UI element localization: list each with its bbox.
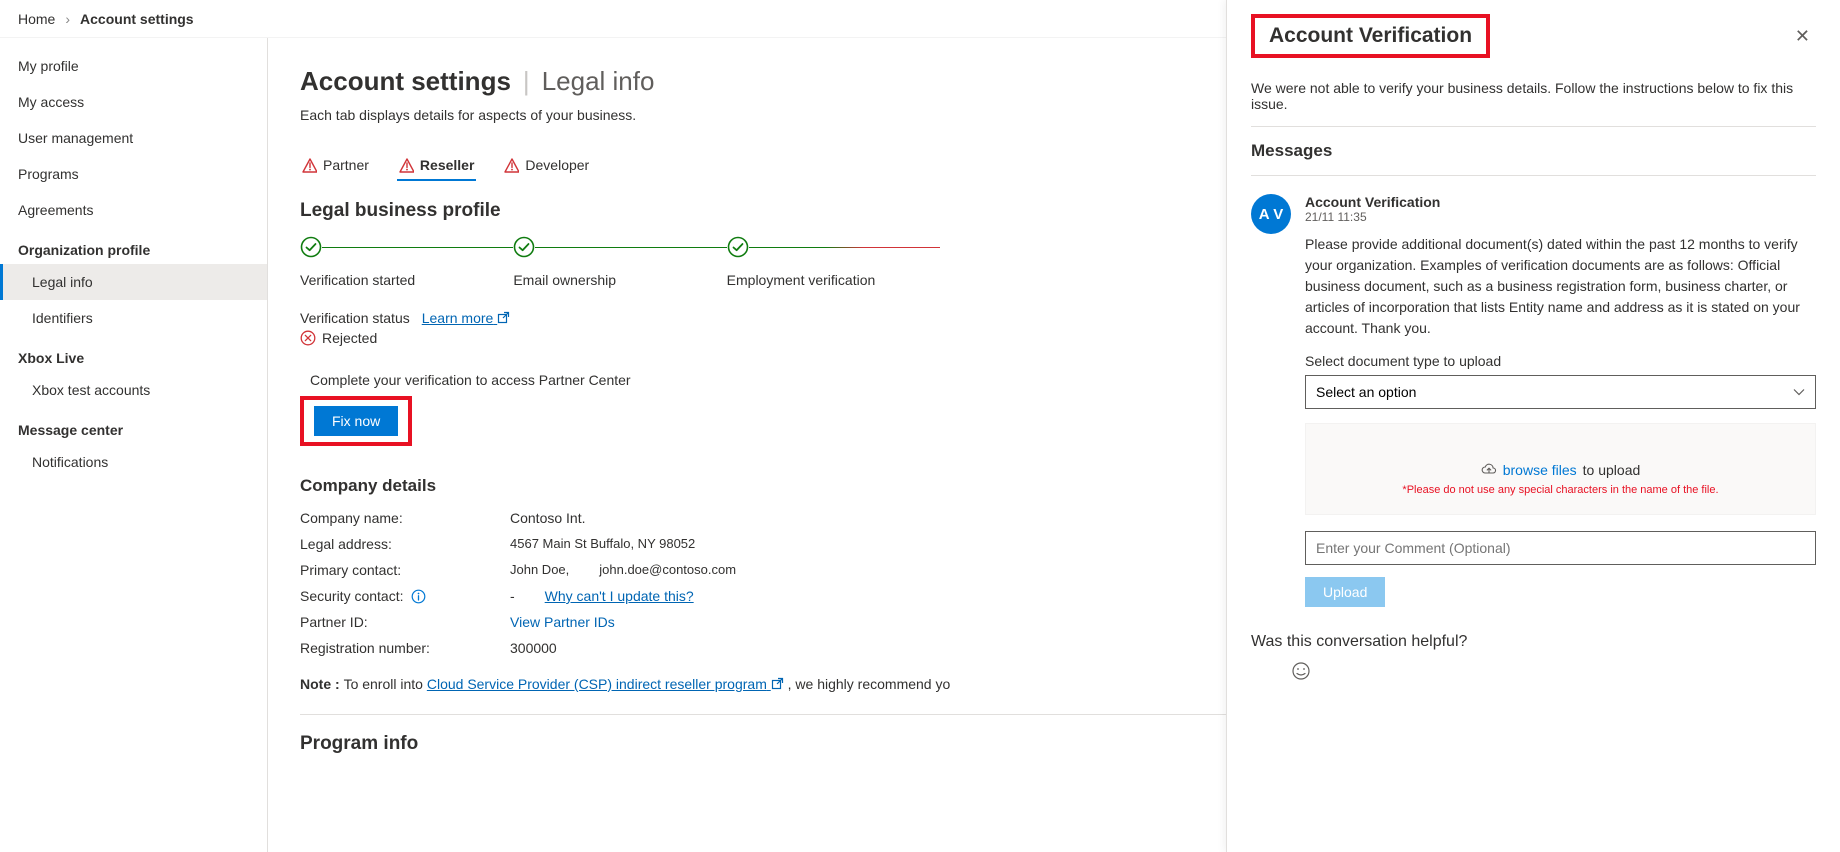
sidebar-item-notifications[interactable]: Notifications (0, 444, 267, 480)
tab-partner[interactable]: Partner (300, 151, 371, 181)
step-verification-started: Verification started (300, 272, 415, 288)
upload-button[interactable]: Upload (1305, 577, 1385, 607)
breadcrumb-home[interactable]: Home (18, 11, 55, 27)
note-mid: To enroll into (344, 676, 427, 692)
primary-contact-label: Primary contact: (300, 562, 510, 578)
sidebar-item-my-access[interactable]: My access (0, 84, 267, 120)
security-contact-label: Security contact: (300, 588, 510, 604)
sidebar-item-user-management[interactable]: User management (0, 120, 267, 156)
account-verification-panel: Account Verification ✕ We were not able … (1226, 0, 1840, 852)
partner-id-label: Partner ID: (300, 614, 510, 630)
verification-steps: Verification started Email ownership Emp… (300, 236, 940, 288)
sidebar-header-message-center: Message center (0, 408, 267, 444)
csp-program-link[interactable]: Cloud Service Provider (CSP) indirect re… (427, 676, 784, 692)
message-item: A V Account Verification 21/11 11:35 Ple… (1251, 194, 1816, 607)
note-suffix: , we highly recommend yo (784, 676, 951, 692)
cloud-upload-icon (1481, 462, 1497, 478)
status-rejected: Rejected (322, 330, 377, 346)
feedback-smiley[interactable] (1267, 661, 1335, 684)
title-divider: | (523, 66, 530, 97)
legal-address-label: Legal address: (300, 536, 510, 552)
document-type-select[interactable]: Select an option (1305, 375, 1816, 409)
smiley-icon (1291, 661, 1311, 681)
sidebar-item-my-profile[interactable]: My profile (0, 48, 267, 84)
tab-developer[interactable]: Developer (502, 151, 591, 181)
fix-now-highlight: Fix now (300, 396, 412, 446)
company-name-value: Contoso Int. (510, 510, 630, 526)
panel-title-highlight: Account Verification (1251, 14, 1490, 58)
page-title-main: Account settings (300, 66, 511, 97)
panel-title: Account Verification (1269, 24, 1472, 48)
message-body: Please provide additional document(s) da… (1305, 234, 1816, 339)
sidebar-item-identifiers[interactable]: Identifiers (0, 300, 267, 336)
note-prefix: Note : (300, 676, 344, 692)
info-icon[interactable] (411, 589, 426, 604)
check-circle-icon (513, 236, 535, 258)
check-circle-icon (300, 236, 322, 258)
verification-status-label: Verification status (300, 310, 410, 326)
tab-developer-label: Developer (525, 157, 589, 173)
sidebar-item-agreements[interactable]: Agreements (0, 192, 267, 228)
learn-more-link[interactable]: Learn more (422, 310, 510, 326)
sidebar: My profile My access User management Pro… (0, 38, 268, 852)
x-circle-icon (300, 330, 316, 346)
sidebar-item-xbox-test-accounts[interactable]: Xbox test accounts (0, 372, 267, 408)
tab-reseller-label: Reseller (420, 157, 474, 173)
chevron-right-icon: › (65, 11, 70, 27)
file-dropzone[interactable]: browse files to upload *Please do not us… (1305, 423, 1816, 515)
company-name-label: Company name: (300, 510, 510, 526)
fix-now-button[interactable]: Fix now (314, 406, 398, 436)
breadcrumb-current: Account settings (80, 11, 194, 27)
csp-link-text: Cloud Service Provider (CSP) indirect re… (427, 676, 767, 692)
registration-number-label: Registration number: (300, 640, 510, 656)
primary-contact-name: John Doe, (510, 562, 569, 577)
sidebar-header-organization-profile: Organization profile (0, 228, 267, 264)
step-email-ownership: Email ownership (513, 272, 616, 288)
close-panel-button[interactable]: ✕ (1789, 20, 1816, 53)
primary-contact-email: john.doe@contoso.com (599, 562, 736, 577)
panel-description: We were not able to verify your business… (1251, 80, 1816, 112)
tab-partner-label: Partner (323, 157, 369, 173)
warning-icon (399, 158, 414, 173)
external-link-icon (497, 311, 510, 324)
comment-input[interactable] (1305, 531, 1816, 565)
external-link-icon (771, 677, 784, 690)
page-title-sub: Legal info (542, 66, 655, 97)
step-employment-verification: Employment verification (727, 272, 876, 288)
tab-reseller[interactable]: Reseller (397, 151, 476, 181)
message-timestamp: 21/11 11:35 (1305, 210, 1816, 224)
view-partner-ids-link[interactable]: View Partner IDs (510, 614, 615, 630)
sidebar-header-xbox-live: Xbox Live (0, 336, 267, 372)
upload-warning: *Please do not use any special character… (1316, 484, 1805, 496)
sidebar-item-legal-info[interactable]: Legal info (0, 264, 267, 300)
security-why-link[interactable]: Why can't I update this? (545, 588, 694, 604)
warning-icon (302, 158, 317, 173)
message-title: Account Verification (1305, 194, 1816, 210)
security-contact-label-text: Security contact: (300, 588, 404, 604)
check-circle-icon (727, 236, 749, 258)
learn-more-text: Learn more (422, 310, 494, 326)
avatar: A V (1251, 194, 1291, 234)
browse-files-link[interactable]: browse files (1503, 462, 1577, 478)
messages-heading: Messages (1251, 141, 1816, 161)
sidebar-item-programs[interactable]: Programs (0, 156, 267, 192)
warning-icon (504, 158, 519, 173)
helpful-question: Was this conversation helpful? (1227, 633, 1840, 651)
select-doc-type-label: Select document type to upload (1305, 353, 1816, 369)
to-upload-text: to upload (1583, 462, 1641, 478)
security-contact-value: - (510, 588, 515, 604)
